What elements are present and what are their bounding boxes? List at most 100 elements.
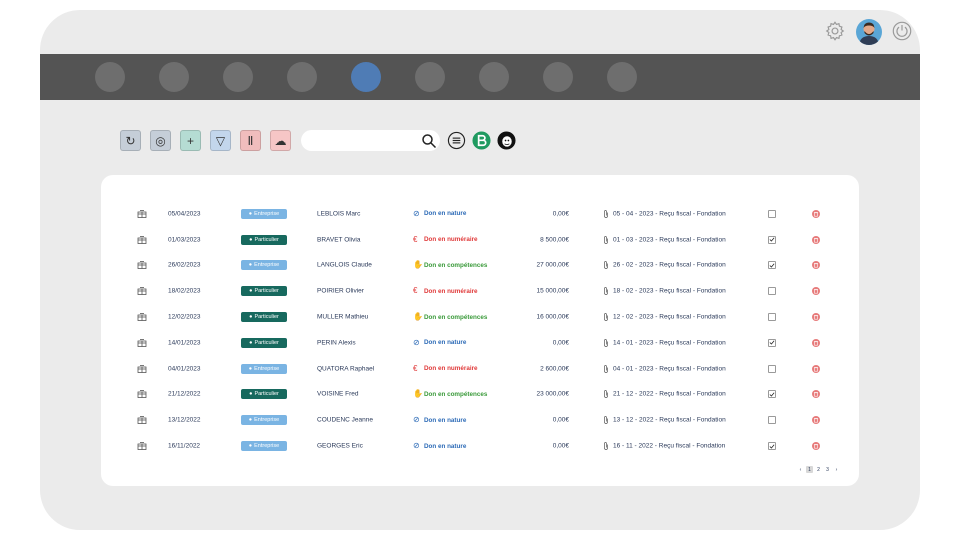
receipt-link[interactable]: 16 - 11 - 2022 - Reçu fiscal - Fondation <box>603 442 725 451</box>
delete-button[interactable] <box>812 287 820 296</box>
columns-button[interactable]: Ⅱ <box>240 130 261 151</box>
donor-name: MULLER Mathieu <box>317 313 369 321</box>
receipt-link[interactable]: 13 - 12 - 2022 - Reçu fiscal - Fondation <box>603 416 726 425</box>
page-button[interactable]: 2 <box>815 466 822 473</box>
receipt-link[interactable]: 05 - 04 - 2023 - Reçu fiscal - Fondation <box>603 209 726 218</box>
check-icon <box>769 263 775 268</box>
table-row[interactable]: 12/02/2023 ● Particulier MULLER Mathieu ✋ Don… <box>101 304 859 330</box>
donation-amount: 2 600,00€ <box>540 365 569 373</box>
page-button[interactable]: 1 <box>806 466 813 473</box>
validated-checkbox[interactable] <box>768 442 776 451</box>
nav-item-4[interactable] <box>287 62 317 92</box>
receipt-link[interactable]: 12 - 02 - 2023 - Reçu fiscal - Fondation <box>603 313 726 322</box>
delete-button[interactable] <box>812 338 820 347</box>
validated-checkbox[interactable] <box>768 416 776 425</box>
donation-amount: 27 000,00€ <box>536 261 569 269</box>
delete-button[interactable] <box>812 364 820 373</box>
refresh-button[interactable]: ↻ <box>120 130 141 151</box>
receipt-link[interactable]: 01 - 03 - 2023 - Reçu fiscal - Fondation <box>603 235 726 244</box>
validated-checkbox[interactable] <box>768 338 776 347</box>
delete-button[interactable] <box>812 416 820 425</box>
donation-date: 01/03/2023 <box>168 236 201 244</box>
link-button[interactable]: ◎ <box>150 130 171 151</box>
delete-button[interactable] <box>812 313 820 322</box>
gear-icon[interactable] <box>824 20 846 42</box>
table-row[interactable]: 21/12/2022 ● Particulier VOISINE Fred ✋ Don e… <box>101 382 859 408</box>
table-row[interactable]: 18/02/2023 ● Particulier POIRIER Olivier € Do… <box>101 278 859 304</box>
receipt-link[interactable]: 04 - 01 - 2023 - Reçu fiscal - Fondation <box>603 364 726 373</box>
page-button[interactable]: 3 <box>824 466 831 473</box>
table-row[interactable]: 04/01/2023 ● Entreprise QUATORA Raphael € Don… <box>101 356 859 382</box>
donor-type-badge: ● Particulier <box>241 389 287 400</box>
donation-type-label: Don en compétences <box>424 313 488 321</box>
donor-type-badge: ● Particulier <box>241 337 287 348</box>
receipt-label: 01 - 03 - 2023 - Reçu fiscal - Fondation <box>613 236 726 244</box>
nav-item-9[interactable] <box>607 62 637 92</box>
validated-checkbox[interactable] <box>768 390 776 399</box>
nav-item-7[interactable] <box>479 62 509 92</box>
table-row[interactable]: 26/02/2023 ● Entreprise LANGLOIS Claude ✋ Don… <box>101 253 859 279</box>
donation-type-label: Don en numéraire <box>424 365 478 373</box>
donation-amount: 8 500,00€ <box>540 236 569 244</box>
nav-item-3[interactable] <box>223 62 253 92</box>
donor-type-label: Entreprise <box>254 262 280 269</box>
delete-button[interactable] <box>812 209 820 218</box>
table-row[interactable]: 01/03/2023 ● Particulier BRAVET Olivia € Don … <box>101 227 859 253</box>
trash-icon <box>814 392 818 397</box>
add-button[interactable]: + <box>180 130 201 151</box>
hand-icon: ✋ <box>413 260 423 270</box>
euro-icon: € <box>413 363 418 373</box>
gift-icon: ⊘ <box>413 415 420 425</box>
search-input[interactable] <box>301 130 440 151</box>
table-row[interactable]: 05/04/2023 ● Entreprise LEBLOIS Marc ⊘ Don en… <box>101 201 859 227</box>
receipt-link[interactable]: 21 - 12 - 2022 - Reçu fiscal - Fondation <box>603 390 726 399</box>
brand-b-icon[interactable] <box>472 131 491 150</box>
donor-name: QUATORA Raphael <box>317 365 375 373</box>
paperclip-icon <box>604 313 608 321</box>
donation-type-label: Don en nature <box>424 416 467 424</box>
donor-type-badge: ● Entreprise <box>241 441 287 452</box>
avatar[interactable] <box>856 19 882 45</box>
donation-type-label: Don en nature <box>424 442 467 450</box>
nav-item-5[interactable] <box>351 62 381 92</box>
user-icon: ● <box>248 417 253 424</box>
table-row[interactable]: 16/11/2022 ● Entreprise GEORGES Eric ⊘ Don en… <box>101 433 859 459</box>
receipt-link[interactable]: 14 - 01 - 2023 - Reçu fiscal - Fondation <box>603 338 726 347</box>
delete-button[interactable] <box>812 390 820 399</box>
delete-button[interactable] <box>812 442 820 451</box>
filter-button[interactable]: ▽ <box>210 130 231 151</box>
validated-checkbox[interactable] <box>768 209 776 218</box>
upload-button[interactable]: ☁ <box>270 130 291 151</box>
validated-checkbox[interactable] <box>768 261 776 270</box>
prev-page-button[interactable]: ‹ <box>797 466 804 473</box>
receipt-link[interactable]: 18 - 02 - 2023 - Reçu fiscal - Fondation <box>603 287 726 296</box>
nav-item-8[interactable] <box>543 62 573 92</box>
donor-name: VOISINE Fred <box>317 390 359 398</box>
delete-button[interactable] <box>812 235 820 244</box>
user-icon: ● <box>249 236 253 243</box>
menu-lines-icon[interactable] <box>447 131 466 150</box>
search-icon[interactable] <box>421 133 437 149</box>
delete-button[interactable] <box>812 261 820 270</box>
receipt-label: 05 - 04 - 2023 - Reçu fiscal - Fondation <box>613 210 726 218</box>
power-icon[interactable] <box>891 20 913 42</box>
donation-type: ⊘ Don en nature <box>413 209 466 218</box>
validated-checkbox[interactable] <box>768 364 776 373</box>
donation-type: € Don en numéraire <box>413 235 478 244</box>
building-icon <box>137 390 147 399</box>
validated-checkbox[interactable] <box>768 313 776 322</box>
paperclip-icon <box>604 390 608 399</box>
nav-item-6[interactable] <box>415 62 445 92</box>
nav-item-1[interactable] <box>95 62 125 92</box>
validated-checkbox[interactable] <box>768 235 776 244</box>
validated-checkbox[interactable] <box>768 287 776 296</box>
nav-item-2[interactable] <box>159 62 189 92</box>
next-page-button[interactable]: › <box>833 466 840 473</box>
table-row[interactable]: 13/12/2022 ● Entreprise COUDENC Jeanne ⊘ Don … <box>101 407 859 433</box>
trash-icon <box>814 212 818 217</box>
donor-name: LEBLOIS Marc <box>317 210 361 218</box>
donor-type-badge: ● Particulier <box>241 312 287 323</box>
mailchimp-icon[interactable] <box>497 131 516 150</box>
table-row[interactable]: 14/01/2023 ● Particulier PERIN Alexis ⊘ Don e… <box>101 330 859 356</box>
receipt-link[interactable]: 26 - 02 - 2023 - Reçu fiscal - Fondation <box>603 261 726 270</box>
